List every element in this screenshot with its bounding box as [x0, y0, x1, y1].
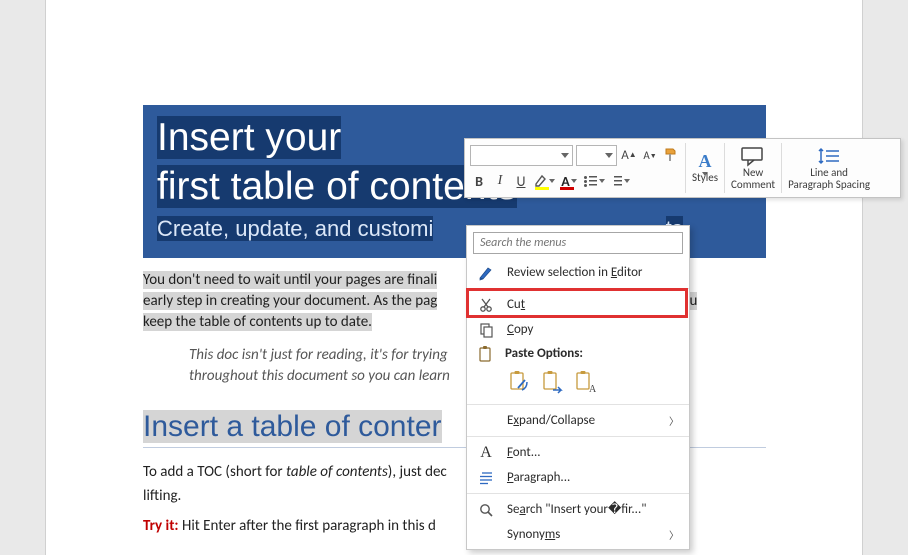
banner-title-line1: Insert your	[157, 116, 341, 159]
underline-button[interactable]: U	[512, 172, 530, 190]
paste-keep-source[interactable]	[507, 369, 531, 395]
font-color-button[interactable]: A	[558, 172, 580, 190]
font-size-combo[interactable]	[576, 145, 617, 166]
spacing-icon	[816, 145, 842, 167]
mini-toolbar: A▲ A▼ B I U A A Styles New	[464, 138, 901, 198]
highlight-button[interactable]	[533, 172, 555, 190]
menu-search	[473, 232, 683, 254]
dropdown-icon	[605, 153, 613, 158]
copy-icon	[477, 321, 495, 339]
menu-expand-collapse[interactable]: Expand/Collapse 〉	[467, 408, 689, 433]
grow-font-button[interactable]: A▲	[620, 146, 638, 164]
clipboard-icon	[477, 345, 493, 363]
paste-merge[interactable]	[540, 369, 564, 395]
tryit-label: Try it:	[143, 517, 182, 535]
styles-button[interactable]: A Styles	[686, 139, 724, 197]
highlight-annotation	[466, 288, 688, 318]
format-painter-button[interactable]	[662, 146, 680, 164]
search-icon	[477, 501, 495, 519]
svg-text:A: A	[589, 384, 596, 394]
bullets-icon	[584, 174, 598, 188]
menu-search-selection[interactable]: Search "Insert your�fir..."	[467, 497, 689, 522]
italic-button[interactable]: I	[491, 172, 509, 190]
font-color-swatch	[560, 187, 574, 190]
page: Insert your first table of contents Crea…	[46, 0, 862, 555]
font-icon: A	[477, 444, 495, 462]
chevron-right-icon: 〉	[669, 527, 679, 542]
font-name-combo[interactable]	[470, 145, 573, 166]
numbering-icon	[609, 174, 623, 188]
paste-text-only[interactable]: A	[573, 369, 597, 395]
line-spacing-button[interactable]: Line and Paragraph Spacing	[782, 139, 876, 197]
dropdown-icon	[561, 153, 569, 158]
paragraph-icon	[477, 469, 495, 487]
menu-font[interactable]: A Font...	[467, 440, 689, 465]
shrink-font-button[interactable]: A▼	[641, 146, 659, 164]
menu-review-in-editor[interactable]: Review selection in Editor	[467, 260, 689, 285]
banner-title-line2: first table of contents	[157, 165, 517, 208]
comment-icon	[740, 145, 766, 167]
menu-search-input[interactable]	[473, 232, 683, 254]
menu-paste-options-header: Paste Options:	[467, 342, 689, 365]
menu-synonyms[interactable]: Synonyms 〉	[467, 522, 689, 547]
context-menu: Review selection in Editor Cut Copy Past…	[466, 225, 690, 550]
font-group: A▲ A▼ B I U A	[465, 139, 685, 197]
bold-button[interactable]: B	[470, 172, 488, 190]
highlight-color-swatch	[535, 187, 549, 190]
chevron-right-icon: 〉	[669, 413, 679, 428]
editor-icon	[477, 264, 495, 282]
paste-options-row: A	[467, 365, 689, 401]
menu-copy[interactable]: Copy	[467, 317, 689, 342]
styles-icon: A	[692, 152, 718, 172]
new-comment-button[interactable]: New Comment	[725, 139, 781, 197]
numbering-button[interactable]	[608, 172, 630, 190]
menu-paragraph[interactable]: Paragraph...	[467, 465, 689, 490]
bullets-button[interactable]	[583, 172, 605, 190]
